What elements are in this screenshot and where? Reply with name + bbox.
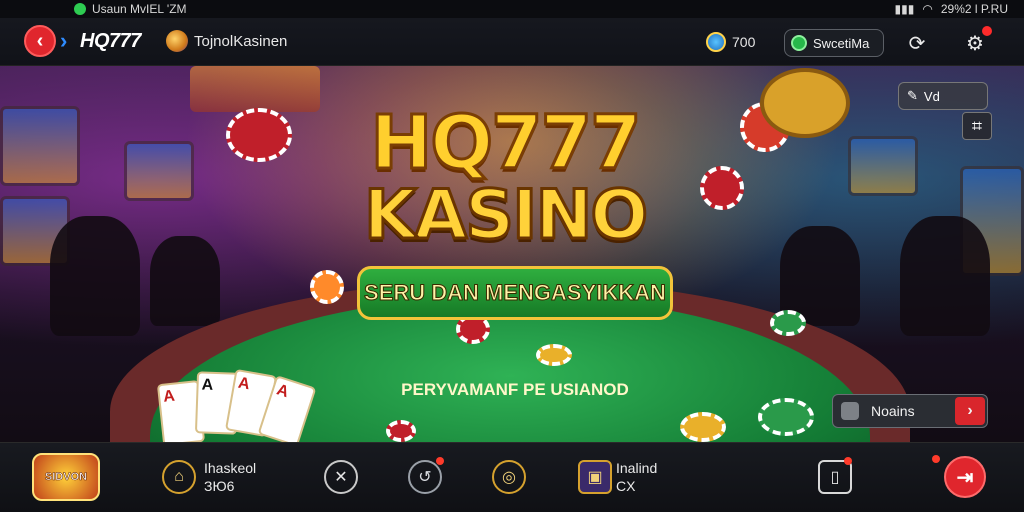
poker-chip	[226, 108, 292, 162]
wifi-icon: ◠	[922, 2, 933, 16]
more-toggle-button[interactable]: Noains ›	[832, 394, 988, 428]
status-pill-label: SwcetiMa	[813, 35, 870, 51]
nav-item1-line2: ЗЮ6	[204, 478, 235, 494]
nav-item2-label[interactable]: Inalind CX	[616, 459, 657, 495]
toggle-icon	[841, 402, 859, 420]
brand-logo: HQ777	[80, 30, 141, 52]
nav-bag-button[interactable]: ▣	[578, 460, 612, 494]
coin-balance[interactable]: 700	[706, 32, 755, 52]
crowd-silhouette	[150, 236, 220, 326]
refresh-icon: ⟳	[908, 32, 926, 55]
forward-chevron-icon[interactable]: ›	[60, 28, 67, 54]
nav-home-button[interactable]: ⌂	[162, 460, 196, 494]
device-badge	[844, 457, 852, 465]
more-button-label: Noains	[871, 403, 915, 419]
site-globe-icon	[166, 30, 188, 52]
exit-badge	[932, 455, 940, 463]
poker-chip	[680, 412, 726, 442]
slot-machine	[848, 136, 918, 196]
settings-badge	[982, 26, 992, 36]
back-arrow-icon: ‹	[36, 29, 44, 52]
nav-item2-line1: Inalind	[616, 460, 658, 476]
poker-chip	[700, 166, 744, 210]
nav-target-button[interactable]: ◎	[492, 460, 526, 494]
slot-machine	[124, 141, 194, 201]
poker-chip	[310, 270, 344, 304]
history-icon: ↺	[418, 469, 432, 486]
chevron-right-icon[interactable]: ›	[955, 397, 985, 425]
status-right-text: 29%2 l P.RU	[940, 2, 1008, 16]
nav-item1-label[interactable]: Ihaskeol ЗЮ6	[204, 459, 256, 495]
casino-logo-text: SIDVON	[44, 471, 88, 484]
phone-icon: ▯	[830, 469, 840, 486]
target-icon: ◎	[502, 469, 516, 486]
gear-icon: ⚙	[966, 32, 984, 55]
lamp-icon: ⌂	[174, 468, 184, 485]
casino-logo-button[interactable]: SIDVON	[32, 453, 100, 501]
crowd-silhouette	[50, 216, 140, 336]
exit-button[interactable]: ⇥	[944, 456, 986, 498]
pen-icon: ✎	[907, 88, 918, 103]
gold-coin	[760, 68, 850, 138]
nav-device-button[interactable]: ▯	[818, 460, 852, 494]
poker-chip	[536, 344, 572, 366]
site-name: TojnolKasinen	[194, 32, 288, 50]
history-badge	[436, 457, 444, 465]
hero-ribbon: SERU DAN MENGASYIKKAN	[357, 266, 673, 320]
app-topbar: ‹ › HQ777 TojnolKasinen 700 SwcetiMa ⟳ ⚙	[0, 18, 1024, 66]
hero-title-kasino: KASINO	[362, 175, 649, 257]
crop-button[interactable]: ⌗	[962, 112, 992, 140]
status-bar: Usaun MvIEL 'ZM ▮▮▮ ◠ 29%2 l P.RU	[0, 0, 1024, 18]
hero-title-brand: HQ777	[369, 99, 643, 188]
tools-icon: ✕	[334, 469, 348, 486]
crowd-silhouette	[900, 216, 990, 336]
notification-icon	[74, 3, 86, 15]
logout-icon: ⇥	[956, 466, 974, 489]
hero-banner[interactable]: HQ777 KASINO SERU DAN MENGASYIKKAN PERYV…	[0, 66, 1024, 442]
status-left: Usaun MvIEL 'ZM	[74, 2, 187, 16]
back-button[interactable]: ‹	[24, 25, 56, 57]
poker-chip	[386, 420, 416, 442]
signal-icon: ▮▮▮	[894, 2, 915, 16]
status-check-icon	[791, 35, 807, 51]
nav-item2-line2: CX	[616, 478, 636, 494]
bottom-nav: SIDVON ⌂ Ihaskeol ЗЮ6 ✕ ↺ ◎ ▣ Inalind CX…	[0, 442, 1024, 512]
nav-tools-button[interactable]: ✕	[324, 460, 358, 494]
site-selector[interactable]: TojnolKasinen	[166, 30, 287, 52]
settings-button[interactable]: ⚙	[962, 26, 992, 56]
status-left-text: Usaun MvIEL 'ZM	[92, 2, 187, 16]
poker-chip	[770, 310, 806, 336]
pen-tool-label: Vd	[923, 88, 940, 104]
status-right: ▮▮▮ ◠ 29%2 l P.RU	[895, 2, 1008, 16]
crop-icon: ⌗	[971, 115, 983, 136]
status-pill-button[interactable]: SwcetiMa	[784, 29, 884, 57]
coin-value: 700	[732, 34, 756, 50]
slot-machine	[0, 106, 80, 186]
refresh-button[interactable]: ⟳	[904, 30, 930, 56]
nav-item1-line1: Ihaskeol	[204, 460, 257, 476]
coin-icon	[706, 32, 726, 52]
hero-subtext: PERYVAMANF PE USIANOD	[401, 380, 629, 399]
bag-icon: ▣	[587, 469, 603, 486]
poker-chip	[758, 398, 814, 436]
neon-sign	[190, 66, 320, 112]
nav-history-button[interactable]: ↺	[408, 460, 442, 494]
pen-tool-button[interactable]: ✎ Vd	[898, 82, 988, 110]
